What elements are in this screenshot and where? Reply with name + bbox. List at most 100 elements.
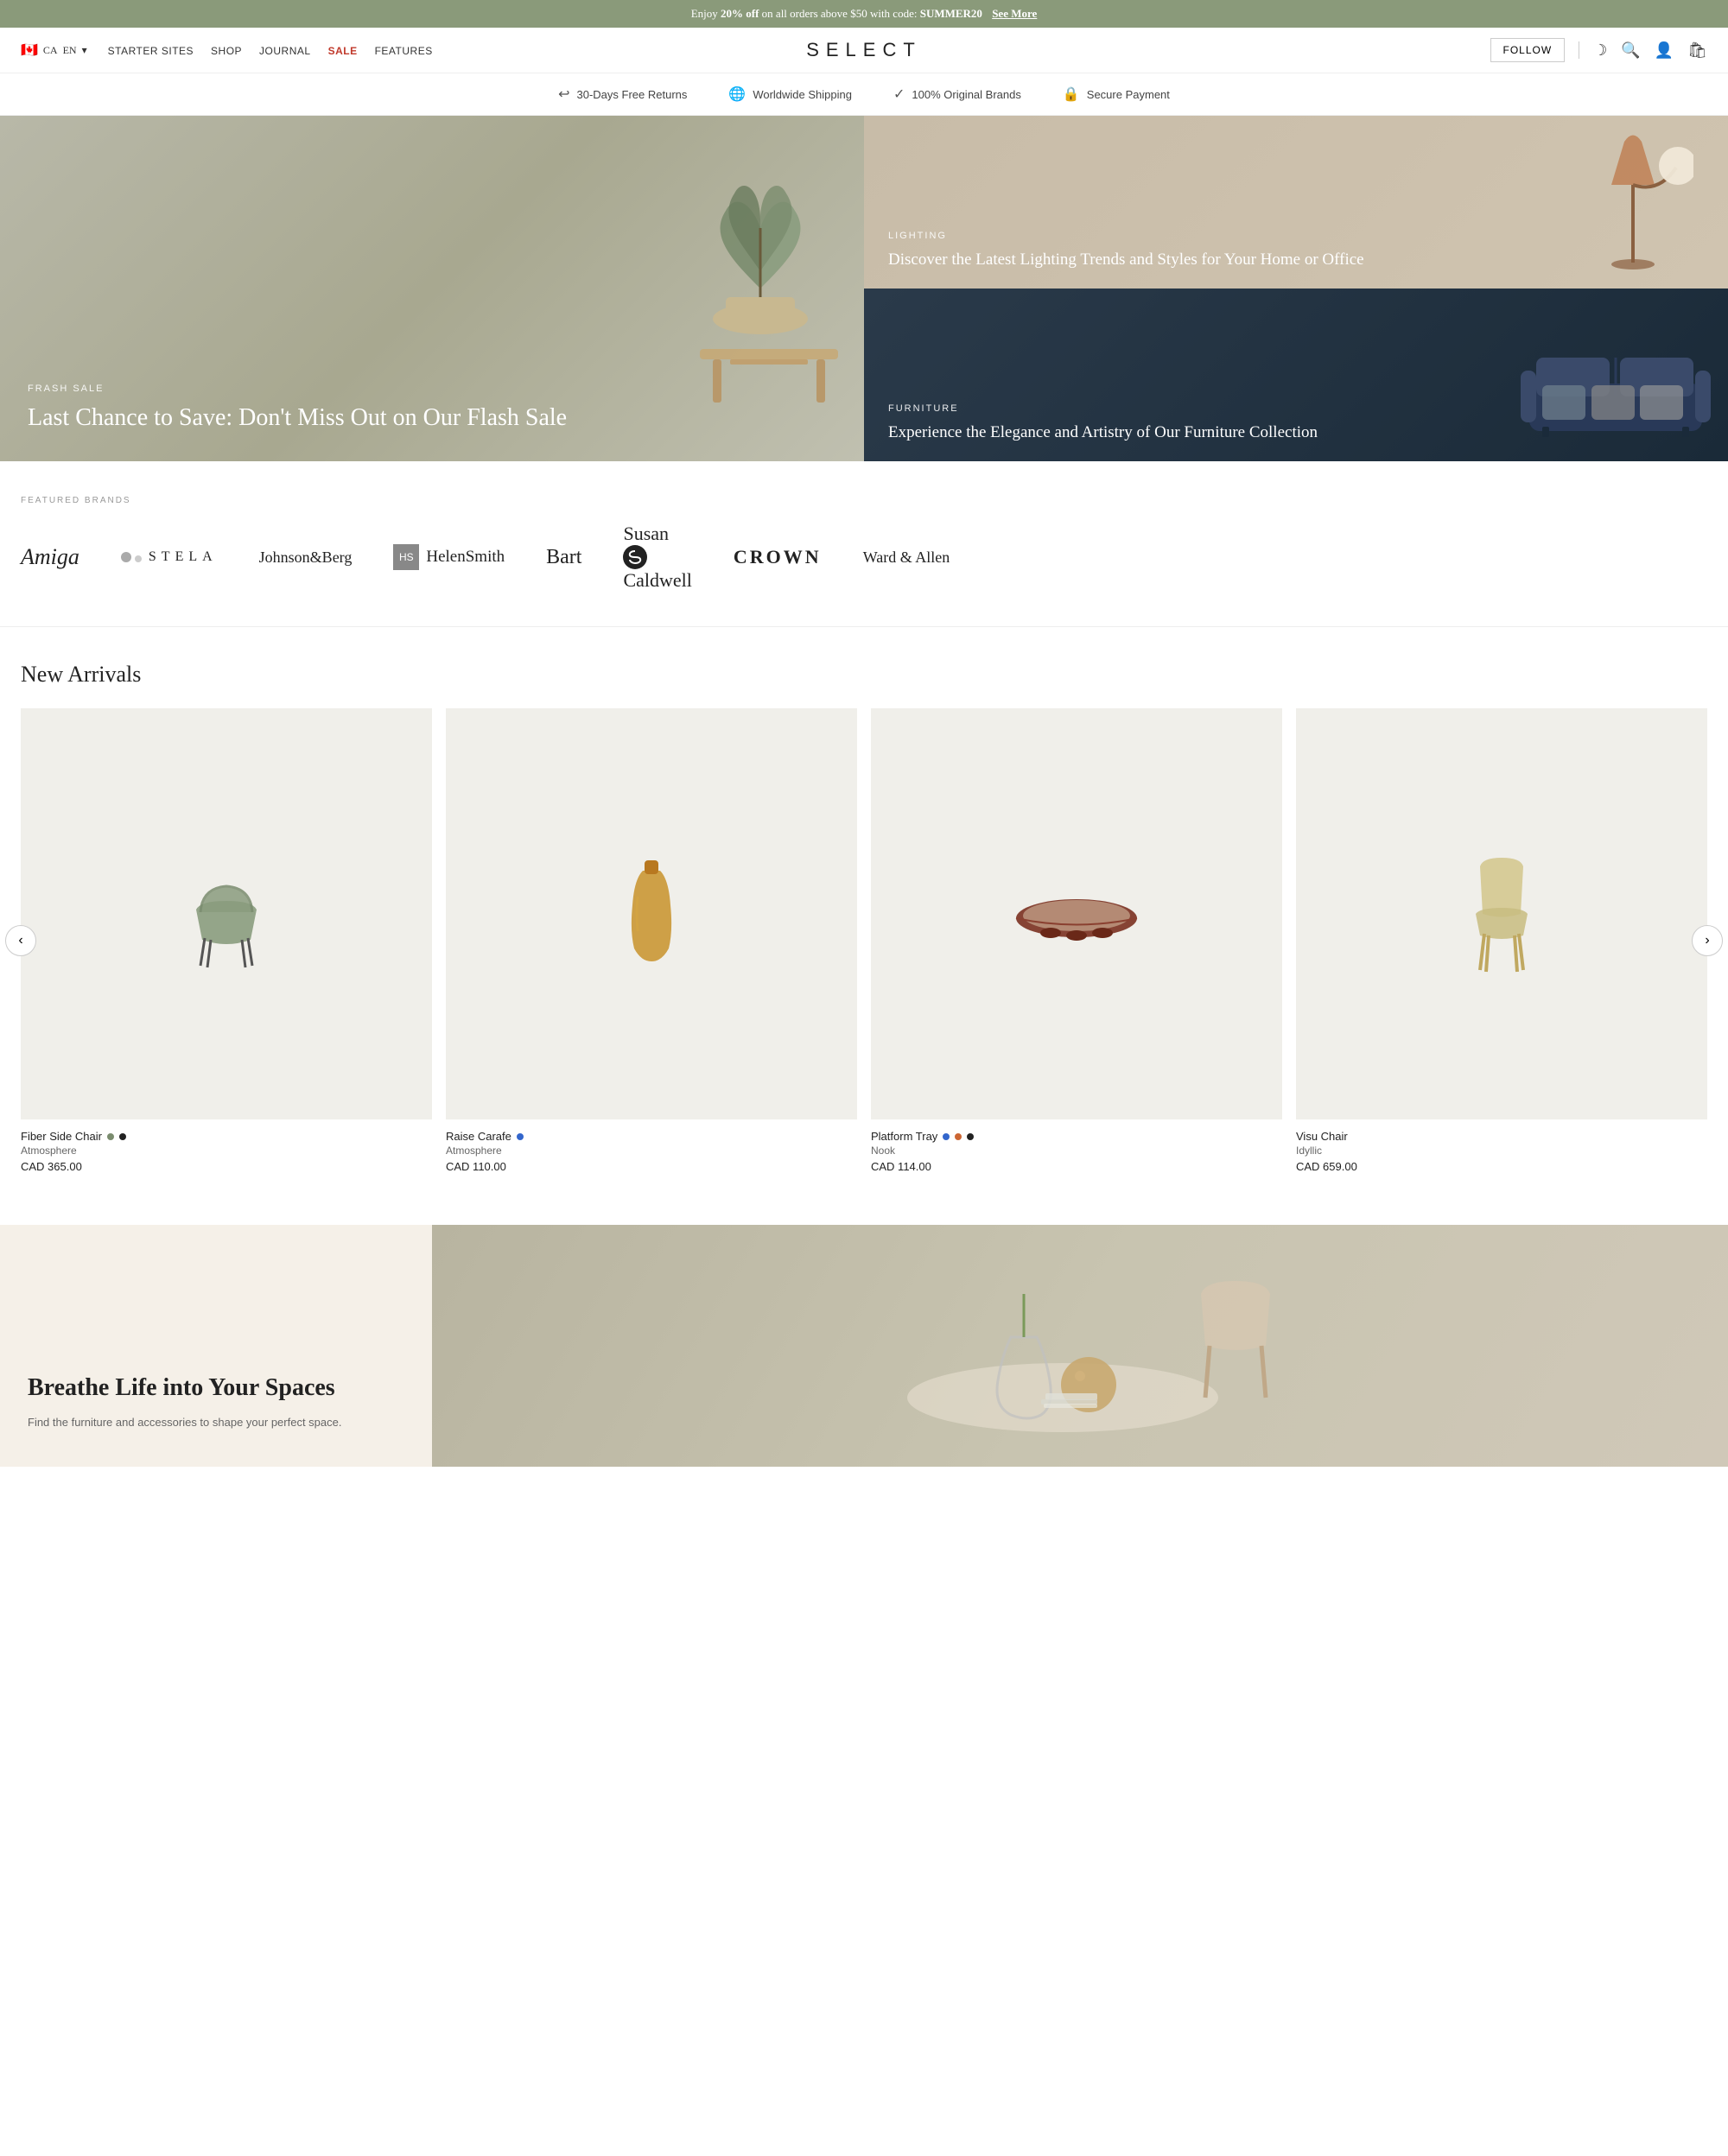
hero-furniture-content: FURNITURE Experience the Elegance and Ar… [888,403,1318,444]
hero-flash-title: Last Chance to Save: Don't Miss Out on O… [28,403,567,434]
tray-brand: Nook [871,1145,1282,1157]
site-logo[interactable]: SELECT [583,39,1146,61]
stela-label: STELA [149,549,218,565]
visu-chair-price: CAD 659.00 [1296,1160,1707,1173]
fiber-chair-svg [175,853,278,974]
hero-flash-tag: FRASH SALE [28,384,567,394]
fiber-chair-name: Fiber Side Chair [21,1130,432,1143]
banner-title: Breathe Life into Your Spaces [28,1373,404,1404]
tray-color-orange [955,1133,962,1140]
fiber-chair-brand: Atmosphere [21,1145,432,1157]
shipping-icon: 🌐 [728,86,746,103]
user-icon[interactable]: 👤 [1655,41,1674,60]
product-visu-chair-image [1296,708,1707,1119]
chevron-down-icon: ▾ [82,44,87,57]
color-dot-blue [517,1133,524,1140]
brand-stela[interactable]: STELA [121,549,218,565]
product-tray[interactable]: Platform Tray Nook CAD 114.00 [871,708,1282,1173]
banner-right [432,1225,1728,1467]
hero-furniture-title: Experience the Elegance and Artistry of … [888,422,1318,444]
product-carafe-image [446,708,857,1119]
product-visu-chair[interactable]: Visu Chair Idyllic CAD 659.00 [1296,708,1707,1173]
nav-journal[interactable]: JOURNAL [259,45,311,57]
products-grid: Fiber Side Chair Atmosphere CAD 365.00 [21,708,1707,1173]
trust-payment: 🔒 Secure Payment [1063,86,1170,103]
hero-lighting[interactable]: LIGHTING Discover the Latest Lighting Tr… [864,116,1728,289]
stela-dots [121,552,142,562]
flag-icon: 🇨🇦 [21,41,38,59]
visu-chair-brand: Idyllic [1296,1145,1707,1157]
carafe-svg [617,853,686,974]
bottom-banner: Breathe Life into Your Spaces Find the f… [0,1225,1728,1467]
brands-section: FEATURED BRANDS Amiga STELA Johnson&Berg… [0,461,1728,627]
nav-starter-sites[interactable]: STARTER SITES [108,45,194,57]
product-carousel: ‹ Fi [21,708,1707,1173]
tray-svg [1007,871,1146,957]
follow-button[interactable]: FOLLOW [1490,38,1566,62]
locale-label: CA [43,44,58,57]
trust-payment-label: Secure Payment [1087,88,1170,101]
brands-list: Amiga STELA Johnson&Berg HS HelenSmith B… [21,523,1707,592]
hero-flash-sale[interactable]: FRASH SALE Last Chance to Save: Don't Mi… [0,116,864,461]
tray-color-blue [943,1133,950,1140]
nav-shop[interactable]: SHOP [211,45,242,57]
cart-icon[interactable]: 🛍 [1687,41,1707,60]
trust-returns-label: 30-Days Free Returns [577,88,688,101]
moon-icon[interactable]: ☽ [1593,41,1607,60]
banner-description: Find the furniture and accessories to sh… [28,1414,404,1432]
hero-lighting-title: Discover the Latest Lighting Trends and … [888,250,1364,271]
brand-crown[interactable]: CROWN [734,546,822,568]
returns-icon: ↩ [558,86,569,103]
product-fiber-chair[interactable]: Fiber Side Chair Atmosphere CAD 365.00 [21,708,432,1173]
brand-bart[interactable]: Bart [546,546,581,569]
nav-links: STARTER SITES SHOP JOURNAL SALE FEATURES [108,44,433,57]
search-icon[interactable]: 🔍 [1621,41,1640,60]
product-carafe[interactable]: Raise Carafe Atmosphere CAD 110.00 [446,708,857,1173]
tray-color-black [967,1133,974,1140]
nav-left: 🇨🇦 CA EN ▾ STARTER SITES SHOP JOURNAL SA… [21,41,583,59]
brand-johnson[interactable]: Johnson&Berg [259,549,353,567]
color-dot-black [119,1133,126,1140]
product-fiber-chair-image [21,708,432,1119]
hs-badge: HS [393,544,419,570]
susan-label: Susan [623,523,669,544]
nav-sale[interactable]: SALE [328,45,358,57]
tray-price: CAD 114.00 [871,1160,1282,1173]
promo-message: Enjoy 20% off on all orders above $50 wi… [691,7,982,21]
trust-returns: ↩ 30-Days Free Returns [558,86,687,103]
top-bar: Enjoy 20% off on all orders above $50 wi… [0,0,1728,28]
carafe-name: Raise Carafe [446,1130,857,1143]
hero-left-content: FRASH SALE Last Chance to Save: Don't Mi… [28,384,567,434]
plant-illustration [683,150,838,340]
carousel-prev-button[interactable]: ‹ [5,925,36,956]
brand-helen[interactable]: HS HelenSmith [393,544,505,570]
visu-chair-svg [1450,849,1553,979]
trust-bar: ↩ 30-Days Free Returns 🌐 Worldwide Shipp… [0,73,1728,116]
trust-brands-label: 100% Original Brands [912,88,1020,101]
hero-furniture-tag: FURNITURE [888,403,1318,414]
color-dot-green [107,1133,114,1140]
hero-lighting-tag: LIGHTING [888,231,1364,241]
nav-features[interactable]: FEATURES [375,45,433,57]
table-illustration [683,314,855,418]
arrivals-section: New Arrivals ‹ [0,627,1728,1208]
helen-label: HelenSmith [426,548,505,567]
product-tray-image [871,708,1282,1119]
susan-logo [623,545,647,569]
brand-ward[interactable]: Ward & Allen [863,549,950,567]
locale-selector[interactable]: 🇨🇦 CA EN ▾ [21,41,87,59]
brand-susan[interactable]: Susan Caldwell [623,523,691,592]
fiber-chair-price: CAD 365.00 [21,1160,432,1173]
brands-icon: ✓ [893,86,905,103]
carousel-next-button[interactable]: › [1692,925,1723,956]
visu-chair-name: Visu Chair [1296,1130,1707,1143]
trust-shipping-label: Worldwide Shipping [753,88,852,101]
hero-furniture[interactable]: FURNITURE Experience the Elegance and Ar… [864,289,1728,461]
see-more-link[interactable]: See More [992,7,1037,21]
brand-amiga[interactable]: Amiga [21,544,79,570]
carafe-brand: Atmosphere [446,1145,857,1157]
trust-shipping: 🌐 Worldwide Shipping [728,86,852,103]
banner-left: Breathe Life into Your Spaces Find the f… [0,1225,432,1467]
sofa-illustration [1521,332,1711,444]
caldwell-label: Caldwell [623,569,691,591]
